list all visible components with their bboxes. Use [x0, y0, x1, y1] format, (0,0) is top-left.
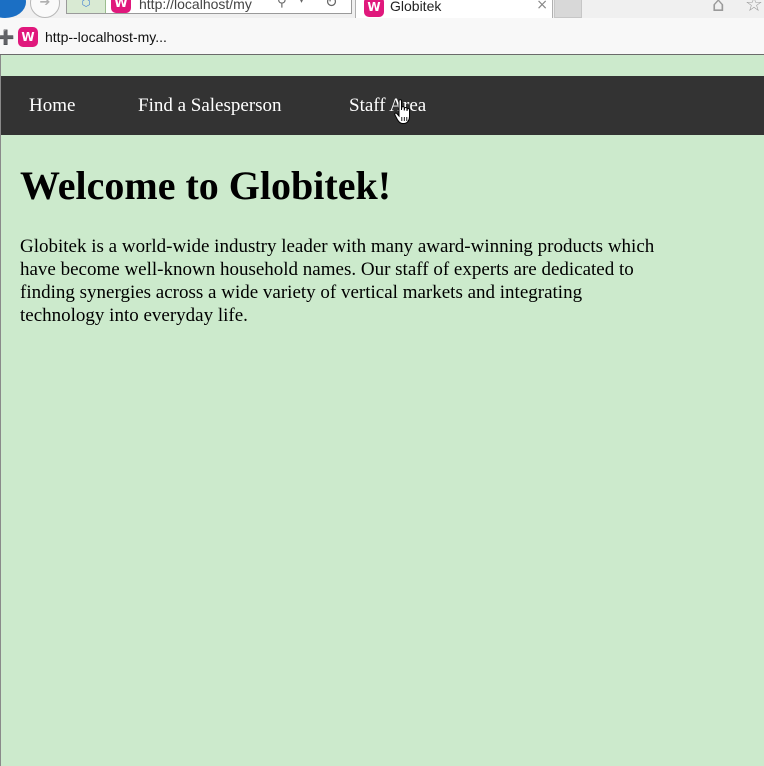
- refresh-icon[interactable]: ↻: [325, 0, 338, 11]
- address-url[interactable]: http://localhost/my: [139, 0, 273, 12]
- nav-link-staff-area[interactable]: Staff Area: [349, 76, 426, 135]
- wamp-site-icon: W: [111, 0, 131, 13]
- hand-cursor-icon: [394, 99, 410, 124]
- page-title: Welcome to Globitek!: [20, 163, 392, 208]
- wamp-site-icon: W: [364, 0, 384, 17]
- favorite-link[interactable]: http--localhost-my...: [45, 29, 167, 45]
- favorites-star-icon[interactable]: ☆: [745, 0, 763, 16]
- forward-icon[interactable]: ➔: [30, 0, 60, 18]
- add-favorite-icon[interactable]: ➕: [0, 30, 14, 46]
- search-icon[interactable]: ⚲: [277, 0, 287, 10]
- tab-title: Globitek: [390, 0, 442, 14]
- wamp-site-icon: W: [18, 27, 38, 47]
- browser-tab-bar: ➔ ⬡ W http://localhost/my ⚲ ▾ ↻ W Globit…: [0, 0, 764, 18]
- nav-link-find-salesperson[interactable]: Find a Salesperson: [138, 76, 282, 135]
- main-navigation: Home Find a Salesperson Staff Area: [1, 76, 764, 135]
- nav-link-home[interactable]: Home: [29, 76, 75, 135]
- back-icon[interactable]: [0, 0, 26, 18]
- favorites-bar: ➕ W http--localhost-my...: [0, 18, 764, 55]
- page-content: Home Find a Salesperson Staff Area Welco…: [0, 55, 764, 766]
- new-tab-button[interactable]: [554, 0, 582, 18]
- close-icon[interactable]: ×: [536, 0, 548, 13]
- chevron-down-icon[interactable]: ▾: [299, 0, 304, 6]
- compatibility-view-icon[interactable]: ⬡: [67, 0, 106, 13]
- tab-globitek[interactable]: W Globitek ×: [355, 0, 553, 18]
- address-bar[interactable]: ⬡ W http://localhost/my ⚲ ▾ ↻: [66, 0, 352, 14]
- intro-paragraph: Globitek is a world-wide industry leader…: [20, 236, 655, 326]
- home-icon[interactable]: ⌂: [712, 0, 725, 16]
